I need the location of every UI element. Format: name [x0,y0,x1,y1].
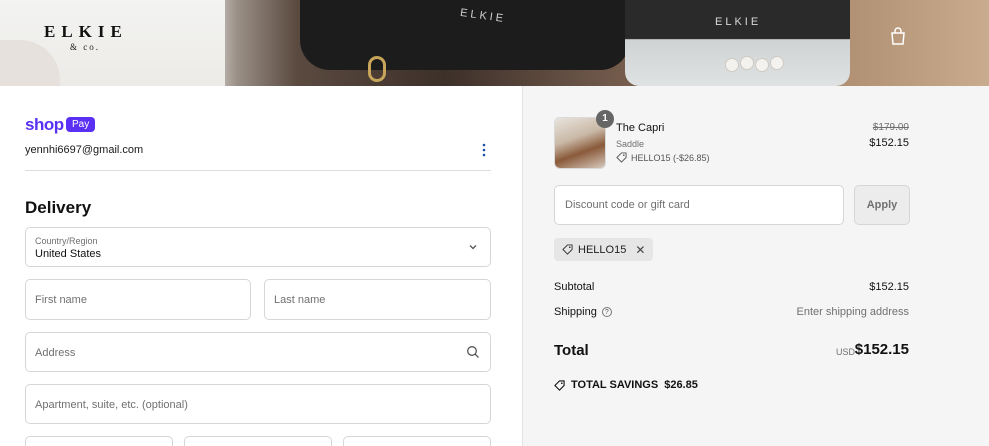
product-thumbnail: 1 [554,110,614,169]
subtotal-value: $152.15 [869,281,909,293]
header-photo-pouch-clear: ELKIE [625,0,850,86]
total-label: Total [554,342,589,359]
header-photo-ring [368,56,386,82]
country-select[interactable]: Country/Region United States [25,227,491,267]
tag-icon [562,244,573,255]
first-name-placeholder: First name [35,294,87,306]
last-name-placeholder: Last name [274,294,326,306]
product-discount-text: HELLO15 (-$26.85) [631,152,710,163]
header-photo-bead [725,58,739,72]
subtotal-label: Subtotal [554,281,595,293]
header-photo-pouch-black: ELKIE [300,0,630,70]
discount-code-placeholder: Discount code or gift card [565,199,690,211]
account-email: yennhi6697@gmail.com [25,144,144,156]
shop-pay-badge: Pay [66,117,96,132]
applied-discount-chip: HELLO15 ✕ [554,238,654,261]
more-options-icon[interactable] [481,143,487,157]
pouch2-brand-text: ELKIE [715,16,762,28]
apartment-placeholder: Apartment, suite, etc. (optional) [35,399,188,411]
first-name-field[interactable]: First name [25,279,251,320]
shipping-label: Shipping [554,306,597,318]
tag-icon [554,379,565,391]
shipping-value: Enter shipping address [796,306,909,318]
order-summary-column: 1 The Capri Saddle HELLO15 (-$26.85) $17… [522,86,989,446]
tag-icon [616,152,627,163]
header-banner: ELKIE ELKIE ELKIE & co. [0,0,989,86]
last-name-field[interactable]: Last name [264,279,491,320]
delivery-heading: Delivery [25,198,92,217]
country-value: United States [35,248,102,260]
address-field[interactable]: Address [25,332,491,372]
total-currency: USD [835,347,855,357]
header-photo-bead [740,56,754,70]
shopping-bag-icon[interactable] [890,27,906,45]
apartment-field[interactable]: Apartment, suite, etc. (optional) [25,384,491,424]
city-field[interactable] [25,436,173,446]
discount-code-input[interactable]: Discount code or gift card [554,185,844,225]
header-photo-bead [755,58,769,72]
search-icon [467,346,479,358]
product-name: The Capri [616,122,665,134]
state-field[interactable] [184,436,332,446]
apply-button[interactable]: Apply [854,185,910,225]
brand-logo[interactable]: ELKIE [44,22,128,42]
header-photo-bead [770,56,784,70]
total-savings-value: $26.85 [664,379,698,391]
applied-discount-code: HELLO15 [578,243,627,256]
pouch-brand-text: ELKIE [459,6,507,26]
checkout-form-column: shop Pay yennhi6697@gmail.com Delivery C… [0,86,522,446]
brand-logo-sub: & co. [70,42,100,52]
country-label: Country/Region [35,236,98,246]
shop-pay-logo: shop [25,115,64,134]
zip-field[interactable] [343,436,491,446]
original-price: $179.00 [872,122,909,133]
shipping-row: Shipping? [554,306,612,318]
product-variant: Saddle [616,139,645,149]
product-discount: HELLO15 (-$26.85) [616,152,710,163]
address-placeholder: Address [35,347,76,359]
total-savings-label: TOTAL SAVINGS [571,379,659,391]
section-divider [25,170,491,171]
sale-price: $152.15 [869,137,909,149]
remove-discount-icon[interactable]: ✕ [635,243,645,257]
chevron-down-icon [469,245,477,250]
total-savings: TOTAL SAVINGS $26.85 [554,379,698,391]
help-icon[interactable]: ? [601,307,612,318]
total-value: $152.15 [854,341,909,358]
quantity-badge: 1 [596,110,614,128]
